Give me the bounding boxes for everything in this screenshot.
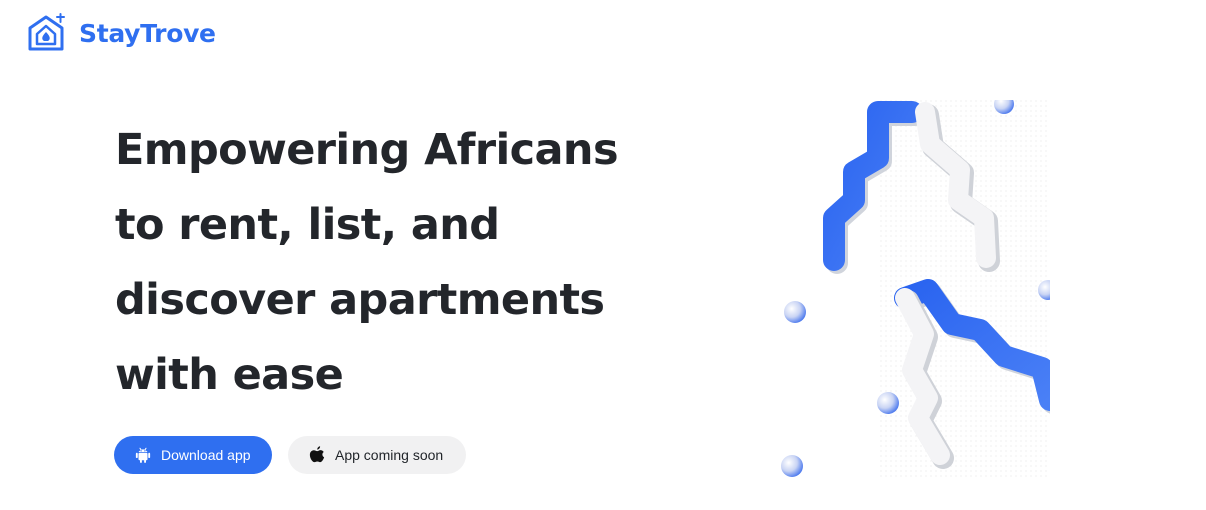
- android-icon: [135, 447, 151, 463]
- abstract-tubes-illustration: [781, 100, 1050, 480]
- hero-headline: Empowering Africans to rent, list, and d…: [115, 113, 675, 413]
- cta-buttons: Download app App coming soon: [114, 436, 466, 474]
- headline-line-3: discover apartments: [115, 275, 605, 325]
- house-logo-icon[interactable]: [26, 13, 66, 53]
- apple-icon: [309, 446, 325, 463]
- download-app-button[interactable]: Download app: [114, 436, 272, 474]
- app-coming-soon-button[interactable]: App coming soon: [288, 436, 466, 474]
- headline-line-4: with ease: [115, 350, 344, 400]
- hero-section: Empowering Africans to rent, list, and d…: [115, 113, 675, 413]
- site-header: StayTrove: [26, 12, 216, 54]
- app-coming-soon-label: App coming soon: [335, 447, 444, 463]
- brand-name[interactable]: StayTrove: [79, 19, 216, 48]
- headline-line-2: to rent, list, and: [115, 200, 500, 250]
- headline-line-1: Empowering Africans: [115, 125, 619, 175]
- download-app-label: Download app: [161, 447, 251, 463]
